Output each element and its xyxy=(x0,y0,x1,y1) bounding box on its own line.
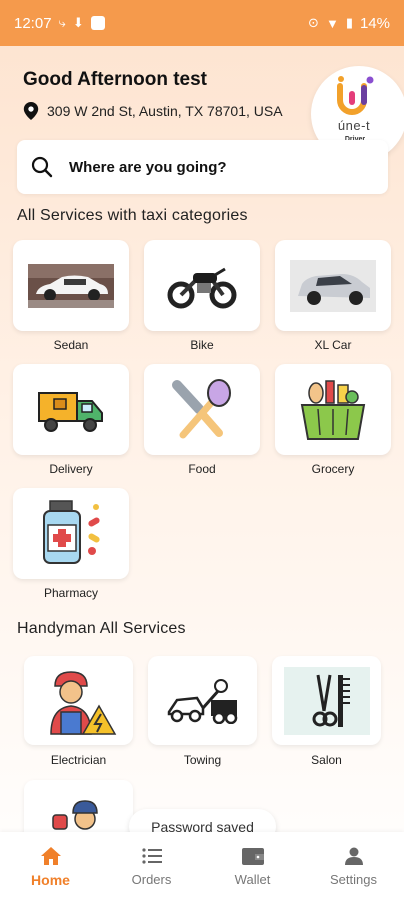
status-time: 12:07 xyxy=(14,14,52,32)
address-text: 309 W 2nd St, Austin, TX 78701, USA xyxy=(47,103,283,119)
nav-orders[interactable]: Orders xyxy=(107,846,197,887)
food-utensils-icon xyxy=(172,378,231,438)
handyman-section-title: Handyman All Services xyxy=(17,620,186,637)
service-tile-towing[interactable] xyxy=(148,656,257,745)
nav-home[interactable]: Home xyxy=(6,846,96,888)
nav-wallet[interactable]: Wallet xyxy=(208,846,298,887)
battery-icon: ▮ xyxy=(345,15,353,30)
person-icon xyxy=(344,847,363,865)
list-icon xyxy=(141,848,162,864)
search-input[interactable] xyxy=(69,158,349,176)
location-pin-icon xyxy=(23,102,39,120)
service-tile-grocery[interactable] xyxy=(275,364,391,455)
xl-car-photo xyxy=(290,259,376,312)
battery-percent: 14% xyxy=(359,14,390,32)
service-label: Food xyxy=(188,462,216,476)
sedan-car-photo xyxy=(28,263,114,308)
service-label: Electrician xyxy=(50,753,107,767)
nav-settings-label: Settings xyxy=(330,872,377,887)
wifi-icon: ▼ xyxy=(325,15,339,31)
bottom-navigation: Home Orders Wallet Settings xyxy=(0,832,404,900)
wallet-icon xyxy=(241,848,264,865)
service-tile-electrician[interactable] xyxy=(24,656,133,745)
greeting-text: Good Afternoon test xyxy=(23,69,207,90)
delivery-truck-icon xyxy=(38,391,103,432)
service-label: Salon xyxy=(311,753,342,767)
search-icon xyxy=(31,156,53,178)
nav-orders-label: Orders xyxy=(131,872,172,887)
service-label: Delivery xyxy=(49,462,93,476)
grocery-basket-icon xyxy=(300,379,366,440)
home-icon xyxy=(40,847,61,865)
download-icon: ⬇ xyxy=(72,15,84,30)
service-tile-pharmacy[interactable] xyxy=(13,488,129,579)
service-tile-delivery[interactable] xyxy=(13,364,129,455)
service-label: Towing xyxy=(183,753,222,767)
handyman-worker-icon xyxy=(51,800,98,830)
pharmacy-bottle-icon xyxy=(43,499,100,564)
nav-home-label: Home xyxy=(31,872,70,888)
service-label: XL Car xyxy=(314,338,352,352)
service-label: Sedan xyxy=(53,338,89,352)
nav-wallet-label: Wallet xyxy=(234,872,271,887)
service-label: Grocery xyxy=(311,462,355,476)
service-label: Pharmacy xyxy=(43,586,99,600)
service-tile-sedan[interactable] xyxy=(13,240,129,331)
taxi-section-title: All Services with taxi categories xyxy=(17,207,248,224)
location-icon: ⊙ xyxy=(308,15,319,30)
electrician-icon xyxy=(49,670,116,735)
current-address[interactable]: 309 W 2nd St, Austin, TX 78701, USA xyxy=(23,102,283,120)
salon-scissors-icon xyxy=(283,666,370,735)
logo-text: úne-t xyxy=(337,118,371,133)
status-bar: 12:07 ⤷ ⬇ ⊙ ▼ ▮ 14% xyxy=(0,0,404,46)
logo-mark xyxy=(337,76,374,115)
search-bar[interactable] xyxy=(17,140,388,194)
nav-settings[interactable]: Settings xyxy=(309,846,399,887)
service-label: Bike xyxy=(190,338,214,352)
service-tile-bike[interactable] xyxy=(144,240,260,331)
notification-square-icon xyxy=(90,16,105,30)
service-tile-food[interactable] xyxy=(144,364,260,455)
service-tile-salon[interactable] xyxy=(272,656,381,745)
towing-truck-icon xyxy=(167,678,237,724)
route-icon: ⤷ xyxy=(58,15,66,30)
service-tile-xl-car[interactable] xyxy=(275,240,391,331)
motorbike-photo xyxy=(167,267,237,308)
